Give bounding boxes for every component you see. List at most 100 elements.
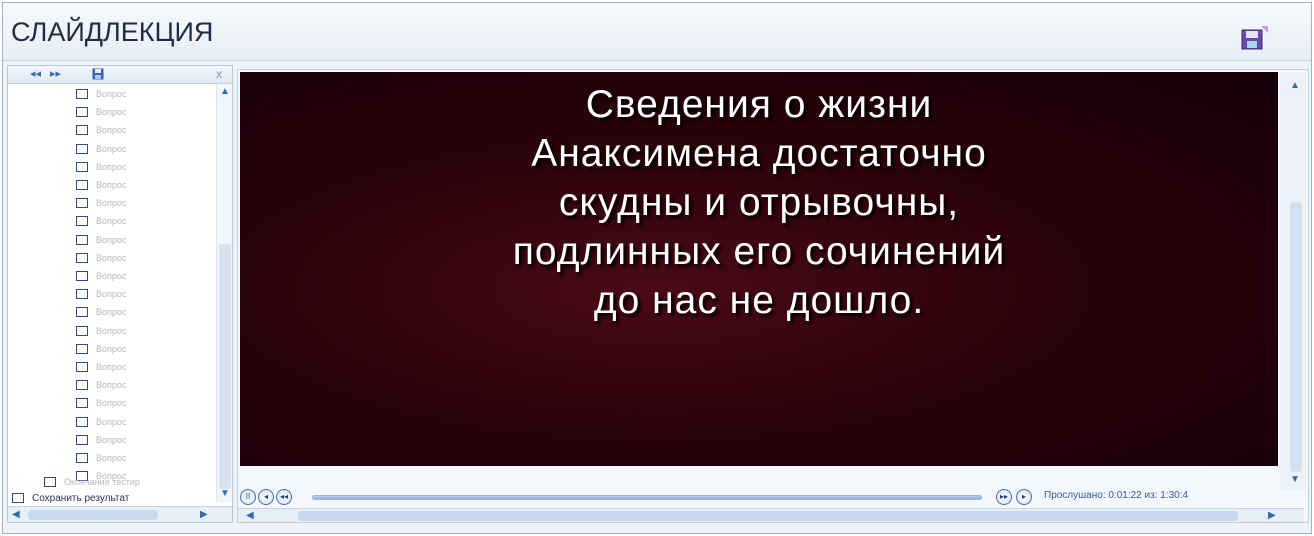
tree-item-question[interactable]: Вопрос (76, 232, 126, 248)
checkbox[interactable] (76, 107, 88, 118)
checkbox[interactable] (76, 161, 88, 172)
viewer-horizontal-scrollbar[interactable]: ◀ ▶ (238, 508, 1304, 522)
checkbox[interactable] (76, 216, 88, 227)
scroll-thumb[interactable] (28, 510, 158, 520)
scroll-right-icon[interactable]: ▶ (200, 509, 208, 520)
checkbox[interactable] (44, 477, 56, 487)
slide-video[interactable]: Сведения о жизни Анаксимена достаточно с… (240, 72, 1278, 466)
checkbox[interactable] (76, 143, 88, 154)
tree-item-question[interactable]: Вопрос (76, 213, 126, 229)
scroll-thumb[interactable] (1290, 202, 1302, 472)
checkbox[interactable] (76, 198, 88, 209)
tree-item-question[interactable]: Вопрос (76, 286, 126, 302)
save-icon[interactable] (92, 68, 104, 80)
scroll-thumb[interactable] (219, 244, 231, 489)
app-title: СЛАЙДЛЕКЦИЯ (11, 17, 214, 47)
tree-item-label: Вопрос (96, 216, 127, 227)
tree-item-question[interactable]: Вопрос (76, 341, 126, 357)
checkbox[interactable] (76, 307, 88, 318)
scroll-right-icon[interactable]: ▶ (1268, 510, 1276, 521)
checkbox[interactable] (76, 89, 88, 99)
prev-button[interactable]: ◂ (258, 489, 274, 505)
tree-item-question[interactable]: Вопрос (76, 104, 126, 120)
checkbox[interactable] (76, 416, 88, 427)
tree-item-end-test[interactable]: Окончание тестир (44, 474, 140, 490)
rewind-button[interactable]: ◂◂ (276, 489, 292, 505)
pause-button[interactable]: II (240, 489, 256, 505)
tree-item-label: Вопрос (96, 143, 127, 154)
tree-item-question[interactable]: Вопрос (76, 304, 126, 320)
checkbox[interactable] (76, 434, 88, 445)
tree-item-question[interactable]: Вопрос (76, 250, 126, 266)
scroll-left-icon[interactable]: ◀ (12, 509, 20, 520)
tree-item-question[interactable]: Вопрос (76, 177, 126, 193)
tree-item-label: Вопрос (96, 325, 127, 336)
tree-item-save-results[interactable]: Сохранить результат (12, 490, 129, 506)
tree-item-label: Вопрос (96, 271, 127, 281)
tree-item-label: Вопрос (96, 107, 127, 118)
checkbox[interactable] (76, 234, 88, 245)
tree-item-label: Вопрос (96, 198, 127, 209)
checkbox[interactable] (76, 125, 88, 136)
slide-line: подлинных его сочинений (512, 230, 1006, 273)
tree-item-label: Вопрос (96, 289, 127, 300)
tree-item-label: Вопрос (96, 416, 127, 427)
checkbox[interactable] (12, 493, 24, 503)
slide-viewer: Сведения о жизни Анаксимена достаточно с… (237, 69, 1309, 523)
checkbox[interactable] (76, 380, 88, 391)
checkbox[interactable] (76, 271, 88, 281)
tree-item-question[interactable]: Вопрос (76, 141, 126, 157)
tree-item-question[interactable]: Вопрос (76, 195, 126, 211)
tree-item-label: Вопрос (96, 161, 127, 172)
scroll-left-icon[interactable]: ◀ (246, 510, 254, 521)
checkbox[interactable] (76, 362, 88, 372)
tree-item-label: Вопрос (96, 453, 127, 463)
tree-item-label: Сохранить результат (32, 492, 130, 504)
app-window: СЛАЙДЛЕКЦИЯ ◂◂ ▸▸ x Вопрос Вопрос Вопрос Во… (2, 2, 1312, 534)
tree-item-question[interactable]: Вопрос (76, 432, 126, 448)
checkbox[interactable] (76, 343, 88, 354)
sidebar-vertical-scrollbar[interactable]: ▲ ▼ (216, 84, 232, 502)
scroll-thumb[interactable] (298, 511, 1238, 521)
tree-item-question[interactable]: Вопрос (76, 395, 126, 411)
tree-item-label: Окончание тестир (64, 477, 140, 487)
tree-item-question[interactable]: Вопрос (76, 359, 126, 375)
sidebar-horizontal-scrollbar[interactable]: ◀ ▶ (8, 506, 232, 522)
scroll-up-icon[interactable]: ▲ (1290, 80, 1300, 91)
scroll-up-icon[interactable]: ▲ (220, 86, 230, 97)
slide-line: Анаксимена достаточно (531, 132, 987, 175)
tree-item-question[interactable]: Вопрос (76, 268, 126, 284)
tree-item-question[interactable]: Вопрос (76, 450, 126, 466)
tree-item-question[interactable]: Вопрос (76, 122, 126, 138)
tree-item-question[interactable]: Вопрос (76, 159, 126, 175)
tree-item-label: Вопрос (96, 252, 127, 263)
arrow-left-icon[interactable]: ◂◂ (30, 68, 41, 81)
checkbox[interactable] (76, 289, 88, 300)
slide-line: Сведения о жизни (585, 83, 933, 126)
checkbox[interactable] (76, 180, 88, 190)
tree-item-label: Вопрос (96, 125, 127, 136)
tree-item-question[interactable]: Вопрос (76, 323, 126, 339)
tree-item-question[interactable]: Вопрос (76, 86, 126, 102)
checkbox[interactable] (76, 398, 88, 409)
viewer-vertical-scrollbar[interactable]: ▲ ▼ (1280, 72, 1306, 490)
checkbox[interactable] (76, 453, 88, 463)
tree-item-label: Вопрос (96, 380, 127, 391)
played-time: Прослушано: 0:01:22 из: 1:30:4 (1044, 490, 1189, 501)
close-icon[interactable]: x (216, 67, 222, 81)
next-button[interactable]: ▸ (1016, 489, 1032, 505)
player-controls: II ◂ ◂◂ ▸▸ ▸ Прослушано: 0:01:22 из: 1:3… (240, 486, 1280, 508)
checkbox[interactable] (76, 252, 88, 263)
scroll-down-icon[interactable]: ▼ (220, 488, 230, 499)
checkbox[interactable] (76, 325, 88, 336)
tree-item-question[interactable]: Вопрос (76, 414, 126, 430)
scroll-down-icon[interactable]: ▼ (1290, 474, 1300, 485)
save-icon[interactable] (1241, 25, 1269, 51)
arrow-right-icon[interactable]: ▸▸ (50, 68, 61, 81)
progress-slider[interactable] (312, 495, 982, 500)
tree-item-label: Вопрос (96, 343, 127, 354)
fast-forward-button[interactable]: ▸▸ (996, 489, 1012, 505)
tree-item-label: Вопрос (96, 89, 127, 99)
tree-item-question[interactable]: Вопрос (76, 377, 126, 393)
slide-line: скудны и отрывочны, (558, 181, 960, 224)
